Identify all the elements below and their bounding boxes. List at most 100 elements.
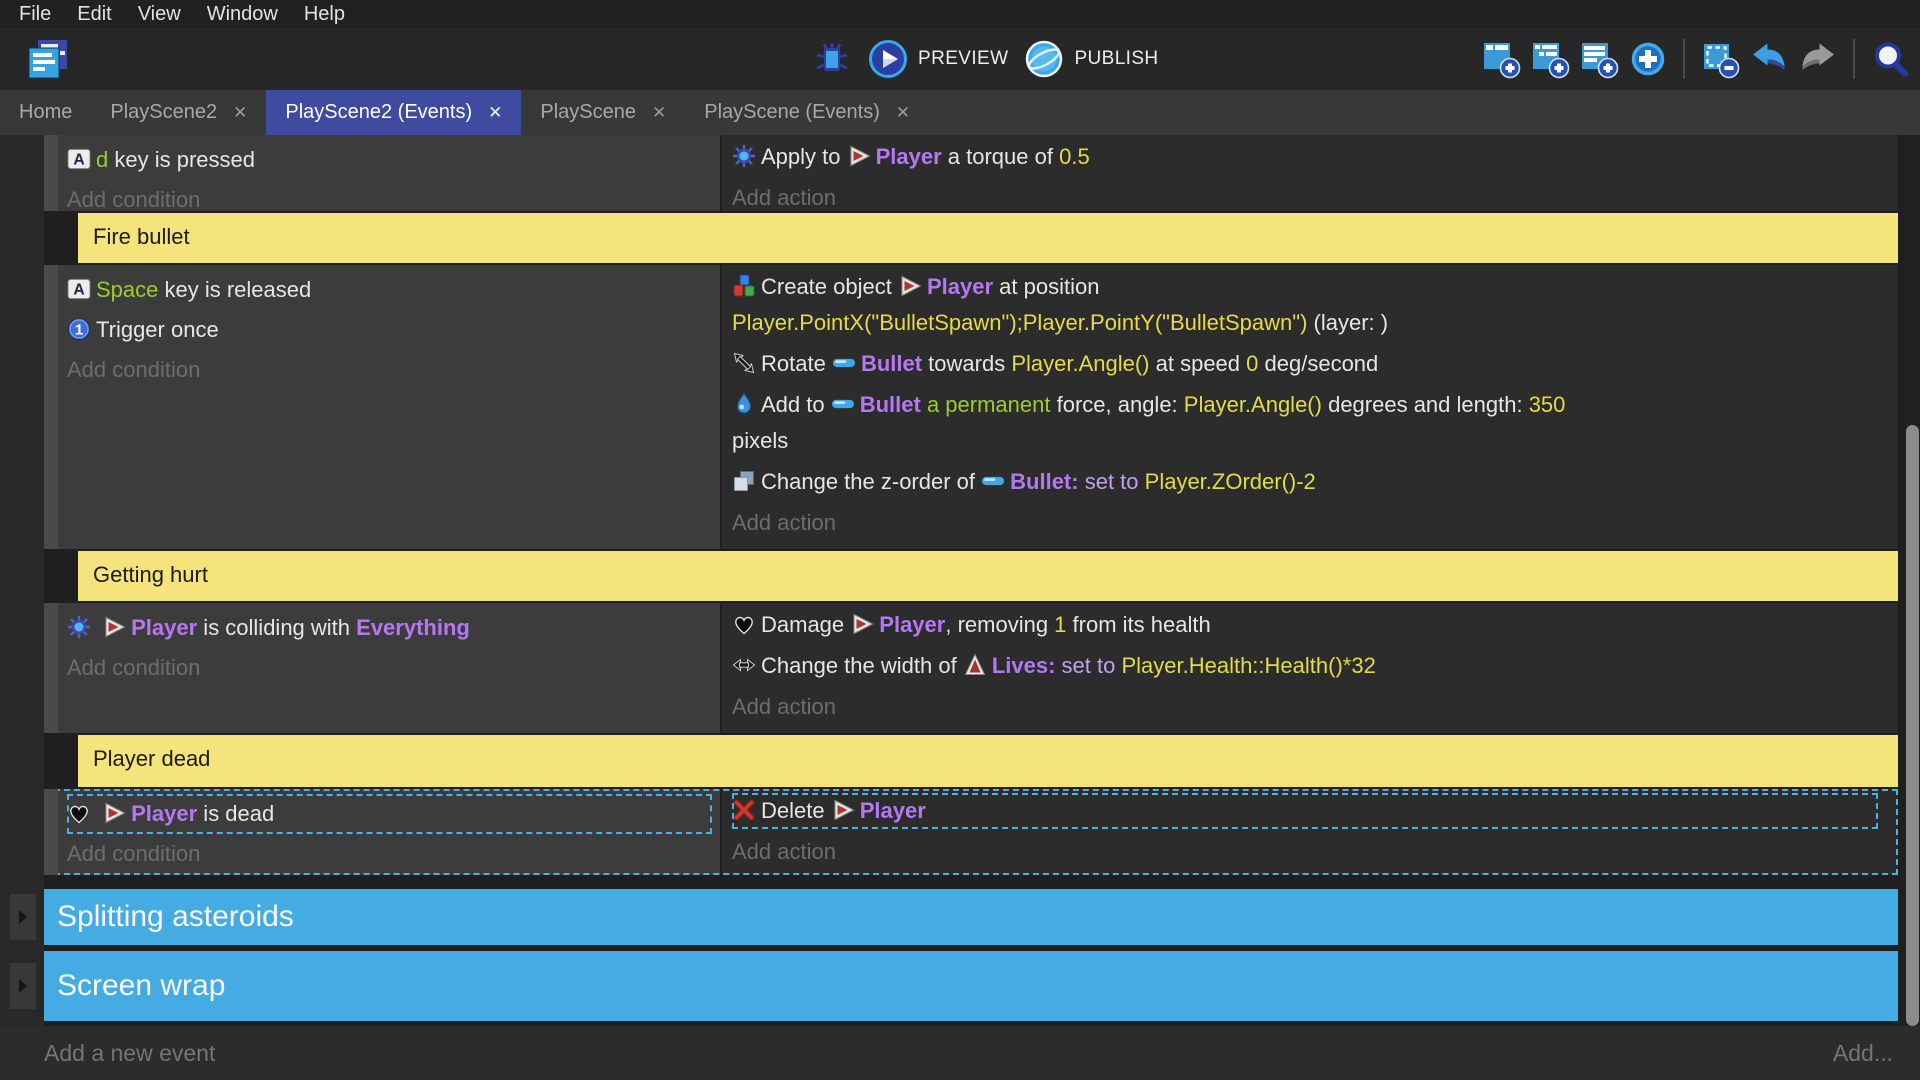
add-condition-button[interactable]: Add condition: [67, 834, 712, 874]
tab-label: PlayScene2 (Events): [285, 101, 472, 124]
rotate-icon: [732, 351, 756, 375]
group-collapse-arrow-icon[interactable]: [10, 963, 36, 1009]
tab-close-icon[interactable]: ✕: [652, 104, 666, 121]
condition[interactable]: Ad key is pressed: [67, 140, 712, 180]
comment-row[interactable]: Fire bullet: [78, 213, 1898, 263]
text-segment: Change the width of: [761, 653, 963, 678]
add-subevent-icon: [1530, 39, 1570, 79]
text-segment: at speed: [1150, 351, 1247, 376]
menu-view[interactable]: View: [125, 0, 194, 28]
key-icon: A: [67, 147, 91, 171]
project-manager-button[interactable]: [24, 35, 72, 83]
menu-window[interactable]: Window: [194, 0, 291, 28]
text-segment: Delete: [761, 798, 831, 823]
tab-label: Home: [19, 101, 72, 124]
tab-close-icon[interactable]: ✕: [488, 104, 502, 121]
tab-playscene2-events[interactable]: PlayScene2 (Events) ✕: [266, 90, 521, 135]
conditions-cell[interactable]: Player is colliding with EverythingAdd c…: [58, 603, 720, 733]
condition[interactable]: Player is colliding with Everything: [67, 608, 712, 648]
text-segment: from its health: [1066, 612, 1210, 637]
conditions-cell[interactable]: ASpace key is released1Trigger onceAdd c…: [58, 265, 720, 549]
text-segment: degrees and length:: [1322, 392, 1529, 417]
text-segment: Lives: [992, 653, 1048, 678]
add-condition-button[interactable]: Add condition: [67, 180, 712, 211]
add-condition-button[interactable]: Add condition: [67, 648, 712, 688]
add-new-event-button[interactable]: Add a new event: [44, 1040, 215, 1067]
tab-playscene2[interactable]: PlayScene2 ✕: [91, 90, 266, 135]
add-comment-button[interactable]: [1579, 39, 1619, 79]
menu-bar: FileEditViewWindowHelp: [0, 0, 1920, 28]
action[interactable]: Change the width of Lives: set to Player…: [732, 648, 1878, 684]
conditions-cell[interactable]: Player is deadAdd condition: [58, 789, 720, 875]
comment-row[interactable]: Player dead: [78, 735, 1898, 787]
text-segment: Player.PointX("BulletSpawn");Player.Poin…: [732, 310, 1307, 335]
event-sheet-gutter: [0, 135, 44, 1026]
tab-label: PlayScene2: [110, 101, 217, 124]
add-condition-button[interactable]: Add condition: [67, 350, 712, 390]
remove-event-button[interactable]: [1700, 39, 1740, 79]
menu-help[interactable]: Help: [291, 0, 358, 28]
tab-playscene-events[interactable]: PlayScene (Events)✕: [685, 90, 929, 135]
tab-label: PlayScene: [540, 101, 636, 124]
add-more-button[interactable]: Add...: [1833, 1040, 1893, 1067]
tab-home[interactable]: Home: [0, 90, 91, 135]
add-action-button[interactable]: Add action: [732, 689, 1878, 725]
add-action-button[interactable]: Add action: [732, 180, 1878, 211]
svg-text:A: A: [73, 152, 84, 169]
search-button[interactable]: [1870, 39, 1910, 79]
tab-close-icon[interactable]: ✕: [896, 104, 910, 121]
action[interactable]: Apply to Player a torque of 0.5: [732, 139, 1878, 175]
publish-button[interactable]: PUBLISH: [1024, 39, 1158, 79]
player-icon: [102, 801, 126, 825]
debugger-button[interactable]: [812, 39, 852, 79]
preview-button[interactable]: PREVIEW: [868, 39, 1008, 79]
actions-cell[interactable]: Damage Player, removing 1 from its healt…: [720, 603, 1898, 733]
bullet-icon: [981, 469, 1005, 493]
menu-edit[interactable]: Edit: [64, 0, 124, 28]
text-segment: Player: [860, 798, 926, 823]
comment-row[interactable]: Getting hurt: [78, 551, 1898, 601]
add-new-button[interactable]: [1628, 39, 1668, 79]
toolbar-separator: [1853, 39, 1855, 79]
actions-cell[interactable]: Apply to Player a torque of 0.5 Add actio…: [720, 135, 1898, 211]
action[interactable]: Change the z-order of Bullet: set to Pla…: [732, 464, 1878, 500]
add-event-button[interactable]: [1481, 39, 1521, 79]
group-title: Splitting asteroids: [57, 900, 294, 934]
condition[interactable]: 1Trigger once: [67, 310, 712, 350]
text-segment: Player.Angle(): [1184, 392, 1322, 417]
action[interactable]: Add to Bullet a permanent force, angle: …: [732, 387, 1878, 459]
text-segment: Player: [927, 274, 993, 299]
scrollbar-thumb[interactable]: [1906, 425, 1919, 1026]
redo-button[interactable]: [1798, 39, 1838, 79]
action[interactable]: Delete Player: [732, 793, 1878, 829]
actions-cell[interactable]: Delete Player Add action: [720, 789, 1898, 875]
text-segment: Player: [131, 615, 197, 640]
add-subevent-button[interactable]: [1530, 39, 1570, 79]
player-icon: [831, 798, 855, 822]
tab-close-icon[interactable]: ✕: [233, 104, 247, 121]
action[interactable]: Rotate Bullet towards Player.Angle() at …: [732, 346, 1878, 382]
text-segment: 0: [1246, 351, 1258, 376]
action[interactable]: Damage Player, removing 1 from its healt…: [732, 607, 1878, 643]
conditions-cell[interactable]: Ad key is pressedAdd condition: [58, 135, 720, 211]
group-row[interactable]: Screen wrap: [44, 951, 1898, 1021]
group-row[interactable]: Splitting asteroids: [44, 889, 1898, 945]
text-segment: Apply to: [761, 144, 847, 169]
menu-file[interactable]: File: [6, 0, 64, 28]
action[interactable]: Create object Player at positionPlayer.P…: [732, 269, 1878, 341]
undo-button[interactable]: [1749, 39, 1789, 79]
condition[interactable]: Player is dead: [67, 794, 712, 834]
vertical-scrollbar[interactable]: [1904, 135, 1920, 1026]
player-icon: [102, 615, 126, 639]
actions-cell[interactable]: Create object Player at positionPlayer.P…: [720, 265, 1898, 549]
add-action-button[interactable]: Add action: [732, 834, 1878, 870]
text-segment: Bullet: [1010, 469, 1071, 494]
condition[interactable]: ASpace key is released: [67, 270, 712, 310]
group-collapse-arrow-icon[interactable]: [10, 894, 36, 940]
toolbar: PREVIEW PUBLISH: [0, 28, 1920, 90]
add-action-button[interactable]: Add action: [732, 505, 1878, 541]
text-segment: , removing: [945, 612, 1054, 637]
heart-icon: [732, 612, 756, 636]
zorder-icon: [732, 469, 756, 493]
tab-playscene[interactable]: PlayScene ✕: [521, 90, 685, 135]
